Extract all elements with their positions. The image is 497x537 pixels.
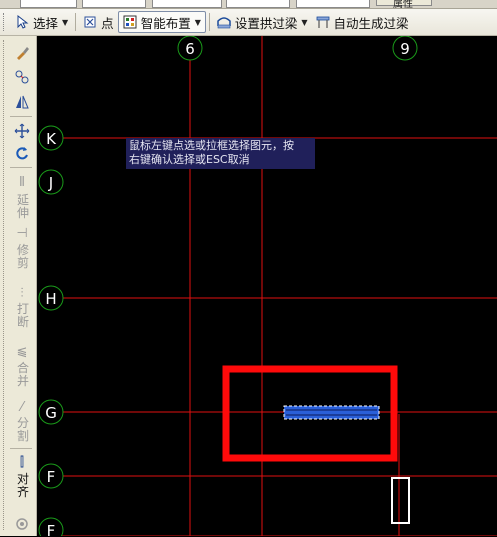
- opening-element[interactable]: [391, 477, 410, 524]
- split-icon[interactable]: ⁄: [14, 400, 30, 416]
- property-field[interactable]: [296, 0, 370, 8]
- split-button[interactable]: 分 割: [16, 417, 30, 443]
- property-field[interactable]: [82, 0, 146, 8]
- move-icon[interactable]: [14, 123, 30, 139]
- axis-label-G: G: [45, 404, 57, 422]
- top-strip: 属性: [0, 0, 497, 9]
- merge-icon[interactable]: ⫹: [14, 344, 30, 360]
- smart-layout-button[interactable]: 智能布置 ▼: [117, 11, 206, 33]
- tooltip-line-2: 右键确认选择或ESC取消: [129, 153, 250, 166]
- axis-bubble-F: F: [38, 463, 64, 489]
- rotate-icon[interactable]: [14, 145, 30, 161]
- align-label-2: 齐: [16, 485, 29, 499]
- auto-lintel-label: 自动生成过梁: [333, 15, 409, 31]
- point-label: 点: [101, 15, 114, 31]
- mirror-icon[interactable]: [14, 94, 30, 110]
- axis-bubble-G: G: [38, 399, 64, 425]
- split-label-2: 割: [16, 429, 29, 443]
- modify-sidebar: ⫴ 延 伸 ⊣ 修 剪 ⫶ 打 断 ⫹ 合 并 ⁄ 分 割 ⫿ 对 齐: [0, 36, 37, 536]
- break-button[interactable]: 打 断: [16, 303, 30, 329]
- axis-bubble-J: J: [38, 169, 64, 195]
- set-arch-beam-label: 设置拱过梁: [234, 15, 298, 31]
- merge-label-2: 并: [16, 374, 29, 388]
- property-field[interactable]: [20, 0, 77, 8]
- trim-label-2: 剪: [16, 256, 29, 270]
- arch-beam-icon: [217, 15, 231, 29]
- auto-lintel-button[interactable]: 自动生成过梁: [312, 11, 413, 33]
- extend-label-2: 伸: [16, 206, 29, 220]
- chevron-down-icon[interactable]: ▼: [301, 18, 307, 27]
- axis-bubble-F2: F: [38, 517, 64, 536]
- properties-button[interactable]: 属性: [376, 0, 432, 9]
- toolbar-grip[interactable]: [3, 13, 7, 31]
- offset-icon[interactable]: [14, 516, 30, 532]
- properties-button-label: 属性: [393, 0, 413, 9]
- extend-icon[interactable]: ⫴: [14, 175, 30, 191]
- break-label-2: 断: [16, 315, 29, 329]
- edit-toolbar: 选择 ▼ 点 智能布置 ▼ 设置拱过梁 ▼ 自动生成过梁: [0, 9, 497, 36]
- select-label: 选择: [33, 15, 59, 31]
- selected-lintel-element[interactable]: [283, 405, 380, 420]
- toolbar-separator: [75, 13, 77, 31]
- axis-bubble-9: 9: [392, 36, 418, 61]
- select-button[interactable]: 选择 ▼: [11, 11, 72, 33]
- point-icon: [83, 15, 97, 29]
- pointer-icon: [15, 14, 29, 29]
- axis-label-J: J: [48, 174, 53, 192]
- sidebar-divider: [10, 167, 32, 168]
- copy-icon[interactable]: [14, 69, 30, 85]
- trim-button[interactable]: 修 剪: [16, 244, 30, 270]
- command-tooltip: 鼠标左键点选或拉框选择图元，按 右键确认选择或ESC取消: [126, 138, 315, 169]
- axis-bubble-K: K: [38, 125, 64, 151]
- smart-layout-icon: [123, 15, 137, 29]
- sidebar-divider: [10, 116, 32, 117]
- trim-icon[interactable]: ⊣: [14, 226, 30, 242]
- axis-label-6: 6: [185, 40, 195, 58]
- point-button[interactable]: 点: [79, 11, 118, 33]
- property-field[interactable]: [226, 0, 290, 8]
- toolbar-separator: [208, 13, 210, 31]
- axis-bubble-6: 6: [177, 36, 203, 61]
- brush-icon[interactable]: [14, 45, 30, 61]
- tooltip-line-1: 鼠标左键点选或拉框选择图元，按: [129, 139, 294, 152]
- smart-layout-label: 智能布置: [140, 15, 191, 31]
- merge-button[interactable]: 合 并: [16, 362, 30, 388]
- chevron-down-icon[interactable]: ▼: [195, 18, 201, 27]
- axis-label-K: K: [46, 130, 57, 148]
- axis-bubble-H: H: [38, 285, 64, 311]
- break-icon[interactable]: ⫶: [14, 286, 30, 302]
- axis-label-9: 9: [400, 40, 410, 58]
- axis-label-F2: F: [47, 522, 56, 536]
- sidebar-grip[interactable]: [3, 40, 8, 530]
- axis-label-H: H: [45, 290, 56, 308]
- set-arch-beam-button[interactable]: 设置拱过梁 ▼: [213, 11, 312, 33]
- align-button[interactable]: 对 齐: [16, 473, 30, 499]
- extend-button[interactable]: 延 伸: [16, 194, 30, 220]
- drawing-canvas[interactable]: 6 9 K J H G F F 鼠标左键点选或拉框选择图元，按 右键确认选择或E…: [37, 36, 497, 536]
- property-field[interactable]: [152, 0, 222, 8]
- align-icon[interactable]: ⫿: [14, 455, 30, 471]
- lintel-icon: [316, 15, 330, 29]
- chevron-down-icon[interactable]: ▼: [62, 18, 68, 27]
- axis-label-F: F: [47, 468, 56, 486]
- sidebar-divider: [10, 448, 32, 449]
